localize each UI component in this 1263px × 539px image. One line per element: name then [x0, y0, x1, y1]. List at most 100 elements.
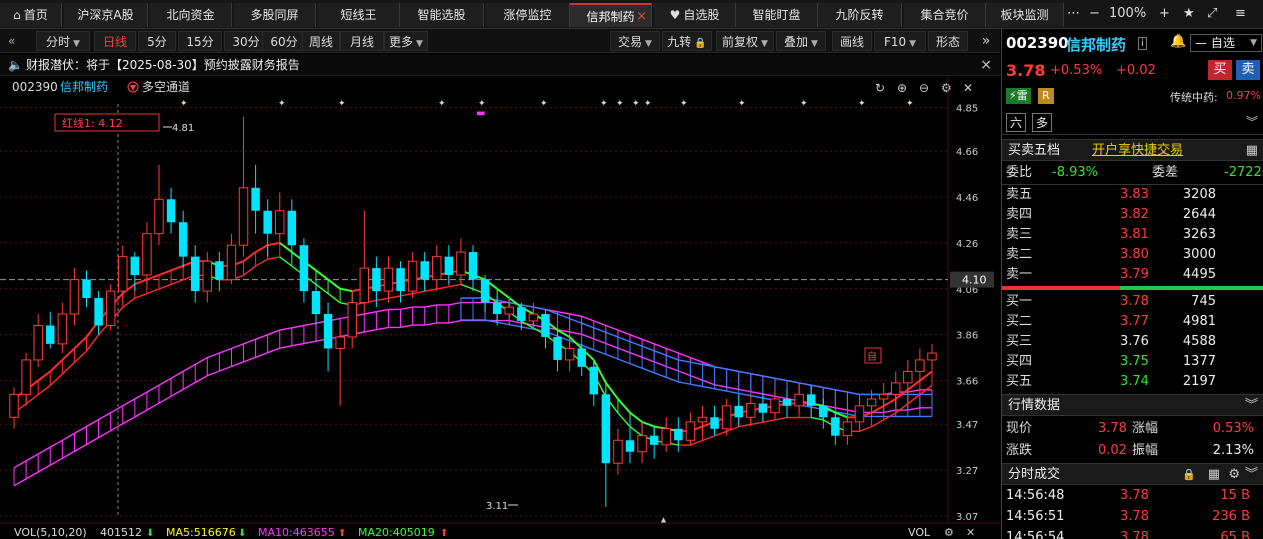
r-tag[interactable]: R	[1038, 88, 1054, 104]
banner-close-button[interactable]: ×	[980, 54, 992, 76]
period-button-0[interactable]: 分时 ▼	[36, 31, 90, 51]
level-price: 3.78	[1120, 294, 1149, 309]
keyboard-icon[interactable]: ▦	[1246, 140, 1258, 161]
period-button-6[interactable]: 周线	[302, 31, 340, 51]
chart-name: 信邦制药	[60, 80, 108, 94]
zoom-in-icon[interactable]: +	[1159, 6, 1170, 21]
top-tab-11[interactable]: 集合竞价	[904, 3, 986, 27]
period-button-5[interactable]: 60分	[262, 31, 306, 51]
order-book-row[interactable]: 卖三 3.81 3263	[1002, 225, 1263, 245]
candle-body	[202, 260, 213, 292]
period-button-3[interactable]: 15分	[178, 31, 222, 51]
tool-label: 九转	[667, 35, 692, 49]
top-tab-2[interactable]: 北向资金	[150, 3, 232, 27]
six-tag[interactable]: 六	[1006, 113, 1027, 132]
candle-body	[903, 370, 913, 384]
zoom-out-icon[interactable]: −	[1089, 6, 1100, 21]
indicator-name: 多空通道	[142, 80, 190, 94]
candle-body	[57, 313, 68, 345]
top-tab-label: 短线王	[340, 8, 377, 22]
candle-body	[601, 394, 611, 464]
top-tab-1[interactable]: 沪深京A股	[64, 3, 148, 27]
chevron-down-icon[interactable]: ︾	[1245, 395, 1258, 416]
level-volume: 1377	[1182, 354, 1216, 369]
candle-body	[794, 393, 804, 407]
tick-price: 3.78	[1120, 509, 1149, 524]
order-book-row[interactable]: 买二 3.77 4981	[1002, 312, 1263, 332]
chart-tool-icon: ↻	[875, 81, 885, 95]
top-tab-6[interactable]: 涨停监控	[486, 3, 570, 27]
expand-right-icon[interactable]: »	[972, 29, 1000, 53]
tool-button-2[interactable]: 前复权 ▼	[716, 31, 774, 51]
level-label: 卖三	[1006, 227, 1033, 242]
order-book-row[interactable]: 卖五 3.83 3208	[1002, 185, 1263, 205]
top-tab-5[interactable]: 智能选股	[400, 3, 484, 27]
level-label: 买一	[1006, 294, 1033, 309]
top-tab-7[interactable]: 信邦制药 ×	[570, 3, 652, 27]
dropdown-arrow-icon: ▼	[416, 39, 423, 49]
order-book-row[interactable]: 买三 3.76 4588	[1002, 332, 1263, 352]
order-book-row[interactable]: 买一 3.78 745	[1002, 292, 1263, 312]
bell-icon[interactable]: 🔔	[1170, 34, 1186, 49]
volume-header: VOL(5,10,20) 401512 MA5:516676 MA10:463655 M…	[0, 522, 1000, 539]
period-button-7[interactable]: 月线	[340, 31, 384, 51]
settings-icon[interactable]: ⚙	[1228, 464, 1240, 485]
period-button-2[interactable]: 5分	[138, 31, 176, 51]
sector-label[interactable]: 传统中药:	[1170, 89, 1218, 105]
top-tab-4[interactable]: 短线王	[318, 3, 400, 27]
level-volume: 2197	[1182, 374, 1216, 389]
kline-chart[interactable]: 002390 信邦制药 ▼ 多空通道✦ ✦ ✦ ✦ ✦ ✦ ✦ ✦ ✦ ✦ ✦ ✦ ✦ ✦ ✦▬↻ ⊕ ⊖ ⚙ ✕ 4.8…	[0, 76, 1000, 539]
period-button-8[interactable]: 更多 ▼	[384, 31, 428, 51]
top-tab-10[interactable]: 九阶反转	[818, 3, 902, 27]
top-tab-12[interactable]: 板块监测	[986, 3, 1064, 27]
long-tag[interactable]: 多	[1032, 113, 1053, 132]
order-book-row[interactable]: 买五 3.74 2197	[1002, 372, 1263, 392]
tool-button-1[interactable]: 九转 🔒	[662, 31, 712, 51]
tool-button-3[interactable]: 叠加 ▼	[776, 31, 826, 51]
top-tab-8[interactable]: ♥ 自选股	[654, 3, 736, 27]
period-label: 分时	[46, 35, 71, 49]
order-book-row[interactable]: 卖二 3.80 3000	[1002, 245, 1263, 265]
period-label: 周线	[308, 35, 333, 49]
buy-button[interactable]: 买	[1208, 60, 1232, 80]
candle-body	[166, 199, 176, 223]
candle-body	[782, 398, 792, 406]
banner-text[interactable]: 财报潜伏：将于【2025-08-30】预约披露财务报告	[26, 54, 300, 76]
tool-button-4[interactable]: 画线	[832, 31, 872, 51]
level-price: 3.82	[1120, 207, 1149, 222]
heart-icon: ♥	[669, 8, 681, 22]
expand-icon[interactable]: ︾	[1246, 113, 1258, 130]
top-tab-3[interactable]: 多股同屏	[234, 3, 316, 27]
close-tab-icon[interactable]: ×	[636, 5, 647, 29]
watchlist-dropdown[interactable]: — 自选 ▼	[1190, 34, 1262, 52]
tool-button-0[interactable]: 交易 ▼	[610, 31, 660, 51]
star-icon[interactable]: ★	[1183, 6, 1195, 21]
top-tab-0[interactable]: ⌂ 首页	[0, 3, 62, 27]
level-volume: 745	[1191, 294, 1216, 309]
candle-body	[432, 256, 442, 281]
chevron-down-icon[interactable]: ︾	[1245, 464, 1258, 485]
top-tab-9[interactable]: 智能盯盘	[736, 3, 818, 27]
menu-icon[interactable]: ≡	[1235, 6, 1246, 21]
sell-button[interactable]: 卖	[1236, 60, 1260, 80]
period-button-1[interactable]: 日线	[94, 31, 136, 51]
thunder-tag[interactable]: ⚡雷	[1006, 88, 1031, 104]
fullscreen-icon[interactable]: ⤢	[1207, 6, 1217, 21]
collapse-left-icon[interactable]: «	[4, 31, 19, 51]
chart-tool-icon: ⊕	[897, 81, 907, 95]
top-tab-label: 自选股	[683, 8, 720, 22]
quote-row: 涨跌 0.02 振幅 2.13%	[1002, 441, 1263, 461]
order-book-row[interactable]: 卖一 3.79 4495	[1002, 265, 1263, 285]
tick-volume: 65 B	[1220, 530, 1250, 539]
order-book-row[interactable]: 买四 3.75 1377	[1002, 352, 1263, 372]
tool-button-5[interactable]: F10 ▼	[874, 31, 926, 51]
y-tick-label: 3.66	[956, 377, 978, 388]
lock-icon[interactable]: 🔒	[1182, 464, 1196, 485]
level-price: 3.83	[1120, 187, 1149, 202]
info-icon[interactable]: i	[1138, 37, 1147, 50]
open-account-link[interactable]: 开户享快捷交易	[1092, 140, 1183, 161]
order-book-row[interactable]: 卖四 3.82 2644	[1002, 205, 1263, 225]
grid-icon[interactable]: ▦	[1208, 464, 1220, 485]
tool-button-6[interactable]: 形态	[928, 31, 968, 51]
more-tabs-icon[interactable]: ⋯	[1067, 6, 1080, 21]
